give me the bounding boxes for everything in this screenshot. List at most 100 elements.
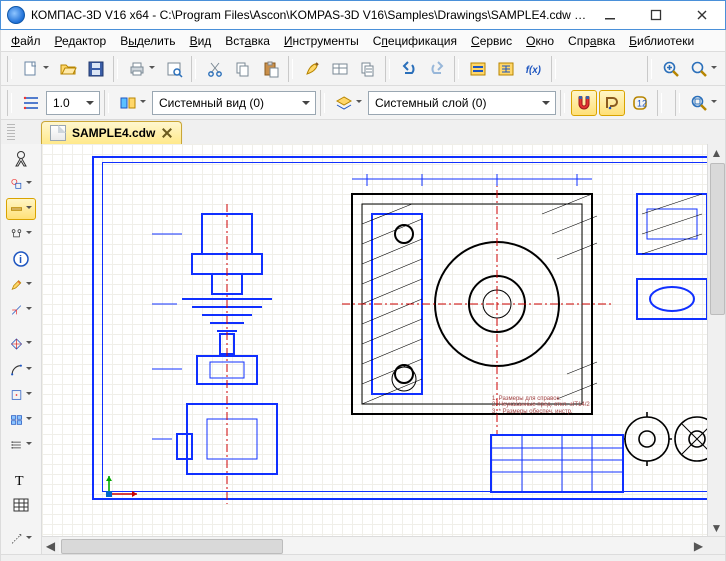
scroll-track[interactable]	[59, 537, 690, 554]
vertical-scrollbar[interactable]: ▲ ▼	[707, 144, 725, 536]
redo-button[interactable]	[424, 56, 450, 82]
tool-auxline[interactable]	[6, 529, 36, 550]
scroll-thumb[interactable]	[710, 163, 725, 315]
tool-dimension[interactable]	[6, 198, 36, 219]
menu-select-label: делить	[137, 34, 176, 48]
tool-grid[interactable]	[6, 409, 36, 430]
tool-info[interactable]: i	[6, 249, 36, 270]
assembly-view-1	[152, 204, 302, 504]
zoom-scale-button[interactable]	[686, 56, 721, 82]
tool-arc[interactable]	[6, 359, 36, 380]
minimize-button[interactable]	[587, 1, 633, 29]
left-toolbox: i T	[1, 144, 42, 554]
parametric-toggle[interactable]	[599, 90, 625, 116]
menu-edit[interactable]: Редактор	[49, 32, 113, 50]
tool-box[interactable]	[6, 384, 36, 405]
menu-view[interactable]: Вид	[184, 32, 218, 50]
drawing-canvas[interactable]: 1. Размеры для справок. 2. Неуказанные п…	[42, 144, 707, 536]
layer-combo[interactable]: Системный слой (0)	[368, 91, 556, 115]
app-icon	[7, 6, 25, 24]
section-view	[342, 174, 612, 434]
fx-button[interactable]: f(x)	[521, 56, 547, 82]
tool-text[interactable]: T	[6, 469, 36, 490]
menu-help[interactable]: Справка	[562, 32, 621, 50]
close-button[interactable]	[679, 1, 725, 29]
view-combo[interactable]: Системный вид (0)	[152, 91, 316, 115]
views-button[interactable]	[115, 90, 150, 116]
view-value: Системный вид (0)	[159, 96, 264, 110]
menu-window[interactable]: Окно	[520, 32, 560, 50]
magnet-toggle[interactable]	[571, 90, 597, 116]
copy-properties-button[interactable]	[355, 56, 381, 82]
property-panel	[0, 555, 726, 561]
titlebar: КОМПАС-3D V16 x64 - C:\Program Files\Asc…	[0, 0, 726, 30]
assembly-svg	[152, 204, 302, 504]
cut-button[interactable]	[202, 56, 228, 82]
menu-view-label: ид	[198, 34, 212, 48]
style-button[interactable]	[18, 90, 44, 116]
menu-file-label: айл	[20, 34, 40, 48]
svg-text:12: 12	[637, 98, 647, 108]
copy-button[interactable]	[230, 56, 256, 82]
scroll-left-icon[interactable]: ◀	[42, 537, 59, 554]
workarea: i T	[0, 144, 726, 555]
grip[interactable]	[7, 56, 14, 82]
menu-window-label: кно	[535, 34, 554, 48]
menu-libs[interactable]: Библиотеки	[623, 32, 700, 50]
grip[interactable]	[7, 90, 14, 116]
print-preview-button[interactable]	[161, 56, 187, 82]
scroll-down-icon[interactable]: ▼	[708, 519, 725, 536]
scroll-up-icon[interactable]: ▲	[708, 144, 725, 161]
detail-wheels	[622, 404, 707, 474]
menu-tools-label: нструменты	[293, 34, 359, 48]
document-icon	[50, 125, 66, 141]
tab-sample4[interactable]: SAMPLE4.cdw	[41, 121, 182, 144]
paste-button[interactable]	[258, 56, 284, 82]
scroll-thumb[interactable]	[61, 539, 283, 554]
save-button[interactable]	[83, 56, 109, 82]
zoom-in-button[interactable]	[658, 56, 684, 82]
tool-pointer[interactable]	[6, 148, 36, 169]
maximize-button[interactable]	[633, 1, 679, 29]
layers-button[interactable]	[331, 90, 366, 116]
format-painter-button[interactable]	[299, 56, 325, 82]
horizontal-scrollbar[interactable]: ◀ ▶	[42, 536, 725, 554]
scroll-track[interactable]	[708, 161, 725, 519]
menu-file[interactable]: Файл	[5, 32, 47, 50]
tool-parametrize[interactable]	[6, 299, 36, 320]
tab-close-icon[interactable]	[161, 127, 173, 139]
print-button[interactable]	[124, 56, 159, 82]
new-button[interactable]	[18, 56, 53, 82]
menu-service[interactable]: Сервис	[465, 32, 518, 50]
svg-text:f(x): f(x)	[526, 64, 541, 75]
open-button[interactable]	[55, 56, 81, 82]
menu-select[interactable]: Выделить	[114, 32, 181, 50]
tool-table[interactable]	[6, 494, 36, 515]
menu-spec[interactable]: Спецификация	[367, 32, 463, 50]
tool-edit[interactable]	[6, 274, 36, 295]
menu-insert[interactable]: Вставка	[219, 32, 276, 50]
zoom-fit-button[interactable]	[686, 90, 721, 116]
tool-symbols[interactable]	[6, 224, 36, 245]
tool-measure[interactable]	[6, 334, 36, 355]
canvas-area: 1. Размеры для справок. 2. Неуказанные п…	[42, 144, 725, 554]
properties-button[interactable]	[327, 56, 353, 82]
rounding-button[interactable]: 12	[627, 90, 653, 116]
origin-axes-icon	[104, 474, 144, 504]
svg-text:i: i	[19, 254, 22, 266]
scale-combo[interactable]: 1.0	[46, 91, 100, 115]
title-block	[490, 434, 624, 493]
undo-button[interactable]	[396, 56, 422, 82]
scroll-right-icon[interactable]: ▶	[690, 537, 707, 554]
detail-view-1	[632, 184, 707, 344]
tool-geometry[interactable]	[6, 173, 36, 194]
menu-libs-label: иблиотеки	[637, 34, 694, 48]
variables-button[interactable]	[493, 56, 519, 82]
library-manager-button[interactable]	[465, 56, 491, 82]
document-tabs: SAMPLE4.cdw	[0, 120, 726, 144]
menu-tools[interactable]: Инструменты	[278, 32, 365, 50]
tool-list[interactable]	[6, 435, 36, 456]
main-toolbar: f(x)	[0, 52, 726, 86]
tab-grip[interactable]	[7, 124, 15, 140]
window-title: КОМПАС-3D V16 x64 - C:\Program Files\Asc…	[31, 8, 587, 22]
